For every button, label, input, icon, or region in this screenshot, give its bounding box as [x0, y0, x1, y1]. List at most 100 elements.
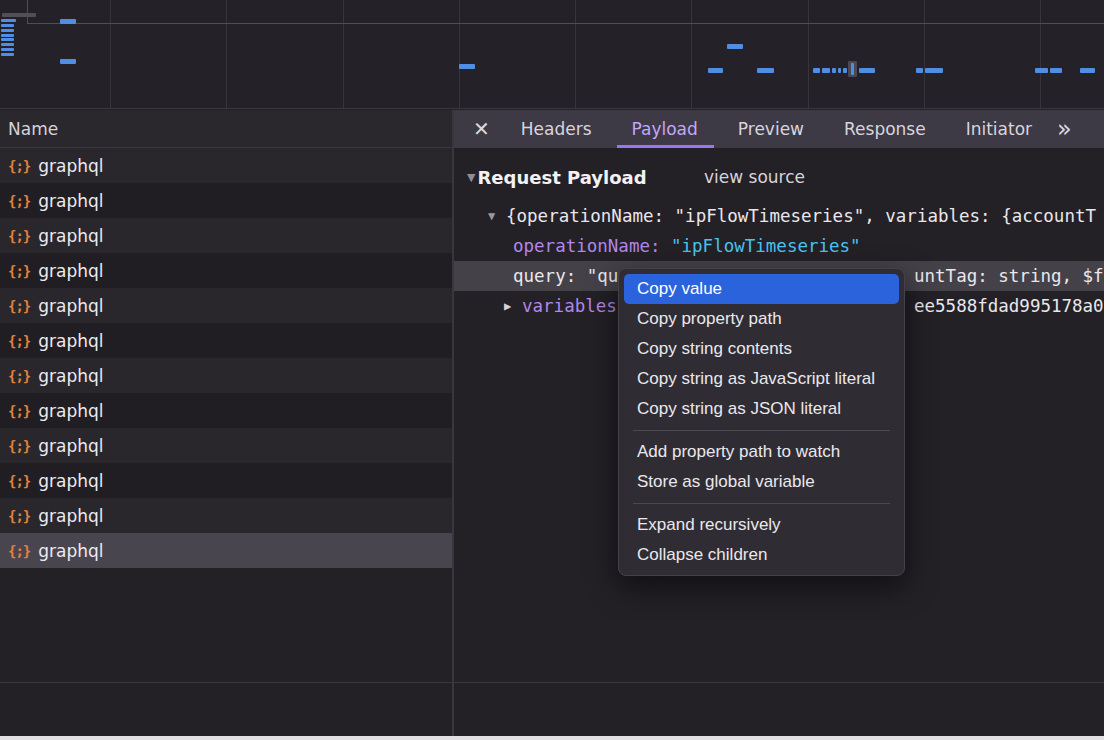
request-name-label: graphql	[38, 226, 103, 246]
waterfall-bar	[1, 48, 14, 51]
request-row[interactable]: {;} graphql	[0, 533, 452, 568]
column-header-label: Name	[8, 119, 58, 139]
waterfall-bar	[859, 68, 875, 73]
waterfall-bar	[822, 68, 830, 73]
column-header-name[interactable]: Name	[0, 110, 452, 148]
request-name-label: graphql	[38, 401, 103, 421]
json-braces-icon: {;}	[8, 333, 30, 349]
detail-tabbar: ✕ Headers Payload Preview Response Initiator…	[454, 110, 1104, 148]
request-row[interactable]: {;} graphql	[0, 148, 452, 183]
view-source-link[interactable]: view source	[704, 159, 805, 195]
waterfall-bar	[1050, 68, 1062, 73]
menu-separator	[633, 503, 890, 504]
variables-text-right: ee5588fdad995178a0	[914, 291, 1104, 321]
request-row[interactable]: {;} graphql	[0, 323, 452, 358]
page-background-edge	[1104, 0, 1110, 740]
query-text-right: untTag: string, $f	[914, 261, 1104, 291]
menu-item-expand-recursively[interactable]: Expand recursively	[619, 510, 904, 540]
timeline-marker-vline	[27, 0, 28, 23]
json-braces-icon: {;}	[8, 508, 30, 524]
waterfall-bar	[2, 13, 36, 17]
section-collapse-icon[interactable]: ▼	[467, 171, 475, 184]
timeline-gridline	[808, 0, 809, 108]
network-overview-timeline[interactable]	[0, 0, 1104, 109]
waterfall-bar	[60, 19, 76, 24]
waterfall-bar	[813, 68, 820, 73]
waterfall-bar	[843, 68, 847, 73]
json-braces-icon: {;}	[8, 228, 30, 244]
expand-arrow-icon[interactable]: ▶	[504, 291, 511, 321]
summary-bar-divider	[0, 682, 1104, 683]
section-title: Request Payload	[477, 167, 646, 188]
tab-initiator[interactable]: Initiator	[966, 110, 1032, 148]
waterfall-bar	[60, 59, 76, 64]
request-row[interactable]: {;} graphql	[0, 253, 452, 288]
json-braces-icon: {;}	[8, 193, 30, 209]
json-braces-icon: {;}	[8, 263, 30, 279]
menu-item-copy-property-path[interactable]: Copy property path	[619, 304, 904, 334]
json-braces-icon: {;}	[8, 298, 30, 314]
payload-root-line[interactable]: ▼ {operationName: "ipFlowTimeseries", va…	[454, 201, 1104, 231]
payload-preview-text: {operationName: "ipFlowTimeseries", vari…	[506, 201, 1096, 231]
waterfall-bar	[1, 24, 14, 27]
request-name-label: graphql	[38, 261, 103, 281]
payload-operation-line[interactable]: operationName: "ipFlowTimeseries"	[454, 231, 1104, 261]
view-source-label: view source	[704, 167, 805, 187]
request-name-label: graphql	[38, 436, 103, 456]
waterfall-bar	[727, 44, 743, 49]
request-name-label: graphql	[38, 296, 103, 316]
timeline-marker-hline	[27, 23, 1104, 24]
waterfall-bar	[838, 68, 841, 73]
waterfall-bar	[1080, 68, 1095, 73]
operation-value: "ipFlowTimeseries"	[671, 231, 861, 261]
waterfall-bar	[916, 68, 923, 73]
menu-item-copy-string-contents[interactable]: Copy string contents	[619, 334, 904, 364]
tab-payload[interactable]: Payload	[632, 110, 698, 148]
json-braces-icon: {;}	[8, 543, 30, 559]
request-name-label: graphql	[38, 471, 103, 491]
context-menu: Copy valueCopy property pathCopy string …	[618, 268, 905, 576]
request-name-label: graphql	[38, 331, 103, 351]
request-row[interactable]: {;}graphql	[0, 393, 452, 428]
tab-preview[interactable]: Preview	[738, 110, 804, 148]
request-row[interactable]: {;} graphql	[0, 288, 452, 323]
menu-item-copy-value[interactable]: Copy value	[624, 274, 899, 304]
menu-item-copy-string-as-javascript-literal[interactable]: Copy string as JavaScript literal	[619, 364, 904, 394]
json-braces-icon: {;}	[8, 368, 30, 384]
waterfall-bar	[708, 68, 723, 73]
request-payload-section[interactable]: ▼ Request Payload	[467, 159, 647, 195]
timeline-gridline	[226, 0, 227, 108]
menu-item-collapse-children[interactable]: Collapse children	[619, 540, 904, 570]
tab-response[interactable]: Response	[844, 110, 926, 148]
request-table: Name {;} graphql {;} graphql {;} graphql {;} gr…	[0, 110, 452, 736]
menu-item-store-as-global-variable[interactable]: Store as global variable	[619, 467, 904, 497]
timeline-gridline	[691, 0, 692, 108]
waterfall-bar	[1, 19, 16, 22]
timeline-gridline	[343, 0, 344, 108]
json-braces-icon: {;}	[8, 438, 30, 454]
timeline-gridline	[459, 0, 460, 108]
collapse-arrow-icon[interactable]: ▼	[488, 201, 495, 231]
request-row[interactable]: {;}graphql	[0, 358, 452, 393]
waterfall-bar	[1, 29, 14, 32]
waterfall-bar	[1, 34, 14, 37]
json-braces-icon: {;}	[8, 158, 30, 174]
request-row[interactable]: {;}graphql	[0, 183, 452, 218]
variables-key: variables	[522, 291, 617, 321]
waterfall-bar	[851, 63, 854, 75]
request-row[interactable]: {;} graphql	[0, 463, 452, 498]
tab-headers[interactable]: Headers	[521, 110, 592, 148]
more-tabs-icon[interactable]: »	[1057, 115, 1072, 143]
close-icon[interactable]: ✕	[473, 117, 490, 141]
request-row[interactable]: {;} graphql	[0, 498, 452, 533]
request-name-label: graphql	[38, 506, 103, 526]
menu-item-add-property-path-to-watch[interactable]: Add property path to watch	[619, 437, 904, 467]
menu-item-copy-string-as-json-literal[interactable]: Copy string as JSON literal	[619, 394, 904, 424]
request-name-label: graphql	[38, 156, 103, 176]
waterfall-bar	[925, 68, 943, 73]
request-row[interactable]: {;} graphql	[0, 218, 452, 253]
request-name-label: graphql	[38, 541, 103, 561]
request-row[interactable]: {;} graphql	[0, 428, 452, 463]
json-braces-icon: {;}	[8, 473, 30, 489]
timeline-gridline	[1040, 0, 1041, 108]
